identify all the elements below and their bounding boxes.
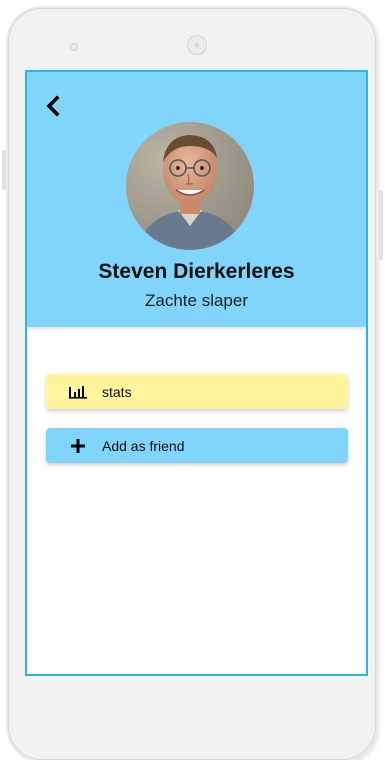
stats-button[interactable]: stats (46, 374, 348, 409)
bar-chart-icon (67, 381, 89, 403)
front-sensor (70, 43, 78, 51)
profile-name: Steven Dierkerleres (98, 260, 295, 283)
avatar-photo (126, 122, 254, 250)
add-friend-button[interactable]: Add as friend (46, 428, 348, 463)
profile-header: Steven Dierkerleres Zachte slaper (27, 72, 366, 327)
profile-subtitle: Zachte slaper (145, 291, 248, 310)
side-button (379, 190, 383, 260)
plus-icon (67, 435, 89, 457)
side-button (2, 150, 6, 190)
add-friend-label: Add as friend (102, 437, 185, 454)
avatar (126, 122, 254, 250)
back-button[interactable] (41, 92, 65, 120)
chevron-left-icon (46, 95, 60, 117)
earpiece-speaker (187, 35, 207, 55)
app-screen: Steven Dierkerleres Zachte slaper stats … (25, 70, 368, 676)
stats-label: stats (102, 383, 132, 400)
